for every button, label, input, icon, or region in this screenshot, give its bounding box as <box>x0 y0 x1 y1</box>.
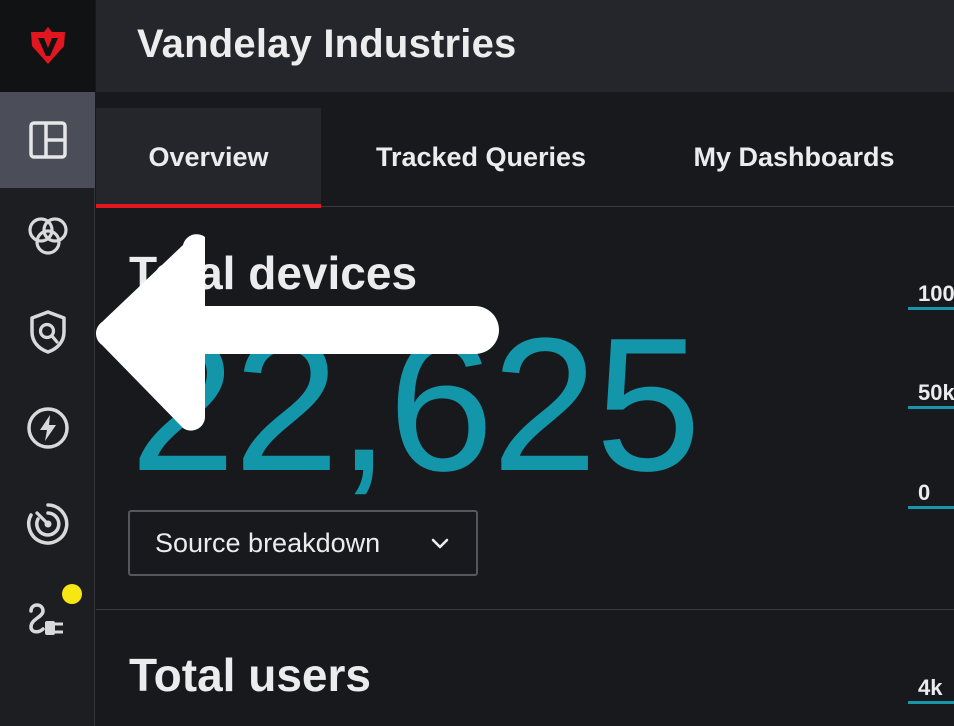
logo[interactable] <box>0 0 95 92</box>
axis-tick-line <box>908 701 954 704</box>
axis-tick-line <box>908 406 954 409</box>
plug-icon <box>28 603 63 635</box>
axis-tick-label: 50k <box>918 380 954 405</box>
brand-logo-icon <box>30 27 65 64</box>
axis-tick-label: 100 <box>918 281 954 306</box>
tab-label: Overview <box>148 142 269 172</box>
tab-label: Tracked Queries <box>375 142 587 172</box>
tab-bar: Overview Tracked Queries My Dashboards <box>96 108 954 208</box>
devices-count: 22,625 <box>130 299 701 511</box>
top-bar: Vandelay Industries <box>96 0 954 92</box>
users-card-title: Total users <box>129 649 371 701</box>
radar-icon <box>26 503 68 545</box>
tab-my-dashboards[interactable]: My Dashboards <box>666 108 922 207</box>
users-card: Total users <box>96 610 906 726</box>
layout-icon <box>28 121 67 159</box>
axis-tick-label: 4k <box>918 675 943 700</box>
notification-badge <box>62 584 82 604</box>
sidebar-item-intersections[interactable] <box>0 188 95 284</box>
tab-tracked-queries[interactable]: Tracked Queries <box>346 108 616 207</box>
axis-tick-label: 0 <box>918 480 931 505</box>
sidebar-item-integrations[interactable] <box>0 572 95 668</box>
axis-tick-line <box>908 307 954 310</box>
source-breakdown-dropdown[interactable]: Source breakdown <box>128 510 478 576</box>
sidebar-item-dashboards[interactable] <box>0 92 95 188</box>
axis-tick-line <box>908 506 954 509</box>
dropdown-label: Source breakdown <box>155 527 381 558</box>
sidebar-item-security[interactable] <box>0 284 95 380</box>
devices-card-title: Total devices <box>129 247 418 299</box>
circles-overlap-icon <box>27 217 68 255</box>
lightning-icon <box>26 407 69 449</box>
sidebar-item-radar[interactable] <box>0 476 95 572</box>
tab-label: My Dashboards <box>693 142 895 172</box>
sidebar-item-actions[interactable] <box>0 380 95 476</box>
tab-overview[interactable]: Overview <box>96 108 321 208</box>
chevron-down-icon <box>431 538 449 549</box>
sidebar <box>0 0 95 726</box>
org-title: Vandelay Industries <box>137 22 517 66</box>
shield-search-icon <box>29 310 66 354</box>
